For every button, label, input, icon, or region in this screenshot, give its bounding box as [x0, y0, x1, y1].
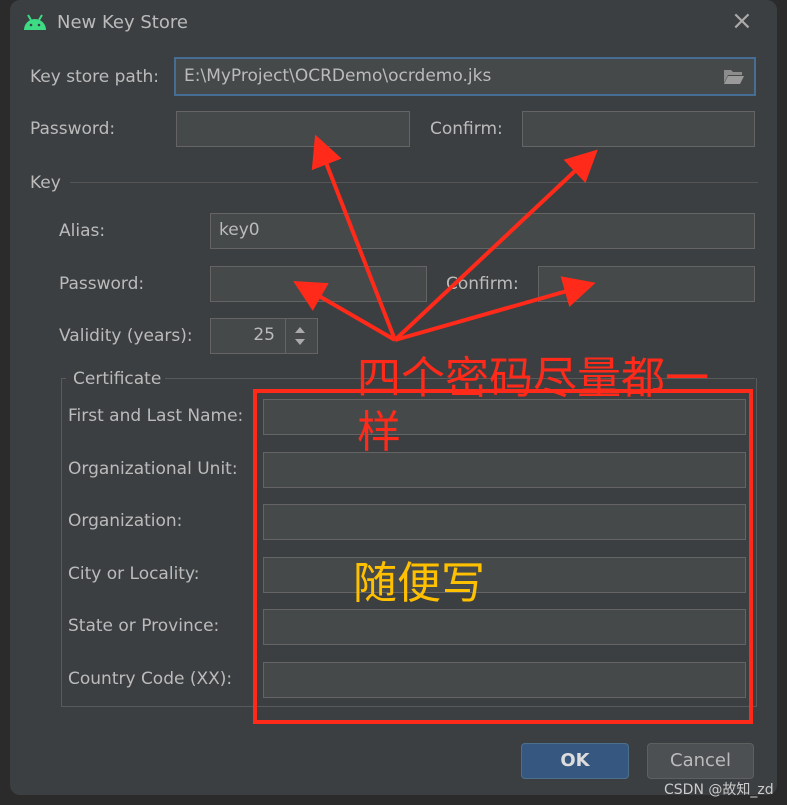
arrow: [311, 134, 397, 341]
yellow-annotation: 随便写: [353, 558, 485, 609]
arrow: [293, 280, 397, 342]
red-annotation: 四个密码尽量都一样: [357, 353, 709, 458]
